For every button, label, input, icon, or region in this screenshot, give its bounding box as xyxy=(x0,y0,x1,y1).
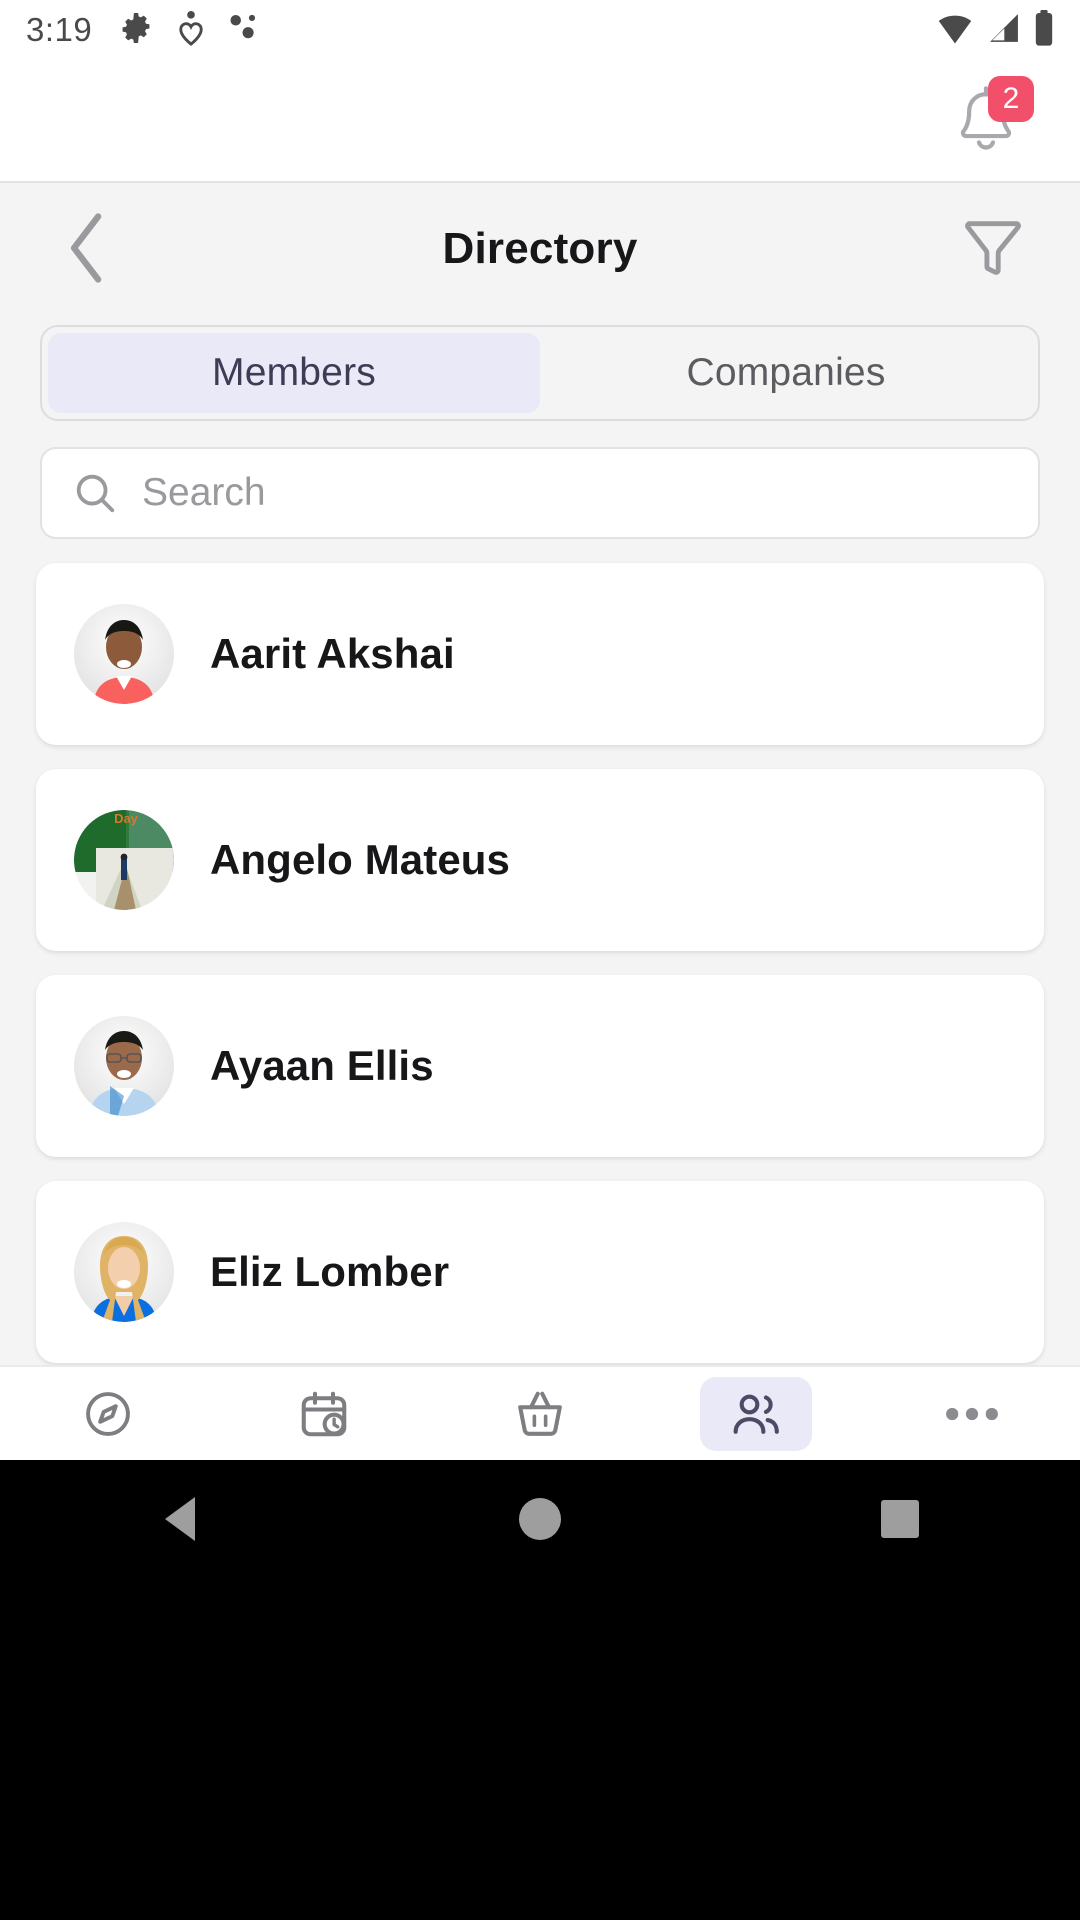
dots-icon xyxy=(228,11,262,50)
photo-man-salmon-polo xyxy=(74,604,174,704)
home-circle-icon xyxy=(519,1498,561,1540)
back-triangle-icon xyxy=(165,1497,195,1541)
more-horizontal-icon xyxy=(946,1407,998,1420)
avatar: Day xyxy=(74,810,174,910)
status-bar-notification-icons xyxy=(118,9,262,52)
battery-icon xyxy=(1034,9,1054,51)
search-bar[interactable]: Search xyxy=(40,447,1040,539)
calendar-clock-icon xyxy=(301,1391,347,1436)
list-item[interactable]: Aarit Akshai xyxy=(36,563,1044,745)
notification-badge: 2 xyxy=(988,76,1034,122)
member-name: Ayaan Ellis xyxy=(210,1042,434,1089)
android-recents-button[interactable] xyxy=(720,1500,1080,1538)
bottom-nav-item-more[interactable] xyxy=(864,1366,1080,1461)
bottom-nav-item-schedule[interactable] xyxy=(216,1366,432,1461)
chevron-left-icon xyxy=(70,213,102,283)
tab-companies-label: Companies xyxy=(686,351,886,394)
search-icon xyxy=(76,474,115,513)
android-navigation-bar xyxy=(0,1460,1080,1920)
member-name: Aarit Akshai xyxy=(210,630,455,677)
android-home-button[interactable] xyxy=(360,1498,720,1540)
list-item[interactable]: Ayaan Ellis xyxy=(36,975,1044,1157)
gear-icon xyxy=(118,10,154,51)
bottom-nav-item-directory[interactable] xyxy=(648,1366,864,1461)
people-icon xyxy=(733,1394,779,1434)
member-name: Eliz Lomber xyxy=(210,1248,450,1295)
avatar xyxy=(74,1016,174,1116)
page-title: Directory xyxy=(442,224,638,273)
page-header: Directory xyxy=(0,183,1080,315)
status-bar: 3:19 xyxy=(0,0,1080,60)
compass-gauge-icon xyxy=(86,1391,130,1436)
photo-man-glasses-blue-shirt xyxy=(74,1016,174,1116)
tab-members-label: Members xyxy=(212,351,376,394)
app-bar: 2 xyxy=(0,60,1080,182)
tab-companies[interactable]: Companies xyxy=(540,333,1032,413)
member-name: Angelo Mateus xyxy=(210,836,510,883)
filter-button[interactable] xyxy=(948,203,1038,293)
photo-green-path-scene: Day xyxy=(74,810,174,910)
funnel-filter-icon xyxy=(965,221,1021,275)
android-back-button[interactable] xyxy=(0,1497,360,1541)
tab-members[interactable]: Members xyxy=(48,333,540,413)
phone-screen: 3:19 2 Directory Members Companies Searc… xyxy=(0,0,1080,1920)
photo-woman-blonde-blue-top xyxy=(74,1222,174,1322)
avatar xyxy=(74,1222,174,1322)
bottom-navigation xyxy=(0,1365,1080,1460)
recents-square-icon xyxy=(881,1500,919,1538)
list-item[interactable]: Day Angelo Mateus xyxy=(36,769,1044,951)
notification-button[interactable]: 2 xyxy=(944,76,1034,166)
directory-screen: Directory Members Companies Search Aarit… xyxy=(0,183,1080,1365)
svg-text:Day: Day xyxy=(114,811,139,826)
search-input[interactable]: Search xyxy=(142,471,266,515)
directory-tabs: Members Companies xyxy=(40,325,1040,421)
heart-location-icon xyxy=(176,9,206,52)
list-item[interactable]: Eliz Lomber xyxy=(36,1181,1044,1363)
status-bar-time: 3:19 xyxy=(26,11,93,48)
avatar xyxy=(74,604,174,704)
bottom-nav-item-store[interactable] xyxy=(432,1366,648,1461)
back-button[interactable] xyxy=(42,203,132,293)
cellular-signal-icon xyxy=(986,11,1022,50)
bottom-nav-item-dashboard[interactable] xyxy=(0,1366,216,1461)
wifi-icon xyxy=(936,11,974,50)
shopping-basket-icon xyxy=(518,1391,562,1436)
member-list: Aarit Akshai Day Angelo Mateus Ayaan Ell… xyxy=(36,563,1044,1363)
status-bar-system-icons xyxy=(936,9,1054,51)
